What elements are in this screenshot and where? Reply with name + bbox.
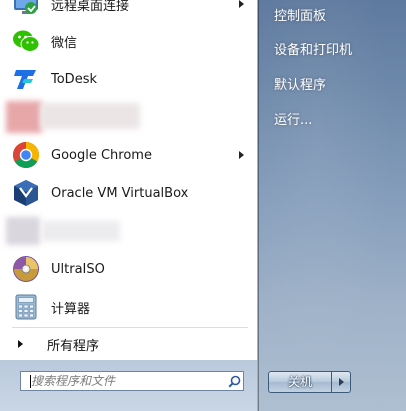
calculator-icon xyxy=(10,291,42,323)
right-item-default-programs[interactable]: 默认程序 xyxy=(274,75,326,97)
program-blurred[interactable] xyxy=(6,213,250,249)
program-google-chrome[interactable]: Google Chrome xyxy=(10,137,250,173)
program-label: ToDesk xyxy=(51,71,97,87)
program-label: Oracle VM VirtualBox xyxy=(51,185,189,201)
right-item-label: 设备和打印机 xyxy=(274,43,353,58)
search-icon[interactable] xyxy=(225,372,243,390)
expand-arrow-icon xyxy=(18,340,23,348)
program-label: 计算器 xyxy=(51,301,91,317)
search-strip xyxy=(0,360,258,411)
submenu-arrow-icon xyxy=(239,151,244,159)
right-item-devices-printers[interactable]: 设备和打印机 xyxy=(274,40,352,62)
pane-separator xyxy=(258,0,259,411)
remote-desktop-icon xyxy=(10,0,42,20)
virtualbox-icon xyxy=(10,177,42,209)
shutdown-control: 关机 xyxy=(268,371,354,393)
right-item-control-panel[interactable]: 控制面板 xyxy=(274,6,326,28)
program-ultraiso[interactable]: UltraISO xyxy=(10,251,250,287)
submenu-arrow-icon xyxy=(239,0,244,8)
program-todesk[interactable]: ToDesk xyxy=(10,61,250,97)
search-box[interactable] xyxy=(20,371,244,391)
programs-panel: 远程桌面连接 微信 ToDesk Google Chrome Oracle VM… xyxy=(0,0,258,360)
chrome-icon xyxy=(10,139,42,171)
blurred-label xyxy=(40,103,140,129)
all-programs-label: 所有程序 xyxy=(47,338,100,354)
right-pane: 控制面板 设备和打印机 默认程序 运行... xyxy=(258,0,406,411)
blurred-label xyxy=(42,221,120,241)
ultraiso-icon xyxy=(10,253,42,285)
program-label: Google Chrome xyxy=(51,147,152,163)
program-label: 远程桌面连接 xyxy=(51,0,130,14)
text-caret xyxy=(30,375,31,388)
search-input[interactable] xyxy=(21,373,225,389)
all-programs-button[interactable]: 所有程序 xyxy=(14,333,250,355)
right-item-label: 默认程序 xyxy=(274,78,327,93)
shutdown-label: 关机 xyxy=(287,375,312,389)
wechat-icon xyxy=(10,25,42,57)
program-wechat[interactable]: 微信 xyxy=(10,23,250,59)
program-label: UltraISO xyxy=(51,261,105,277)
right-item-run[interactable]: 运行... xyxy=(274,110,312,132)
right-item-label: 控制面板 xyxy=(274,9,327,24)
right-item-label: 运行... xyxy=(274,113,313,128)
divider xyxy=(12,327,248,328)
shutdown-button[interactable]: 关机 xyxy=(268,371,332,393)
todesk-icon xyxy=(10,63,42,95)
program-label: 微信 xyxy=(51,35,78,51)
shutdown-options-button[interactable] xyxy=(332,371,351,393)
program-calculator[interactable]: 计算器 xyxy=(10,289,250,325)
blurred-app-icon xyxy=(6,101,42,133)
program-blurred[interactable] xyxy=(6,99,250,135)
blurred-app-icon xyxy=(6,217,40,245)
chevron-right-icon xyxy=(338,378,344,386)
program-remote-desktop[interactable]: 远程桌面连接 xyxy=(10,0,250,22)
program-virtualbox[interactable]: Oracle VM VirtualBox xyxy=(10,175,250,211)
